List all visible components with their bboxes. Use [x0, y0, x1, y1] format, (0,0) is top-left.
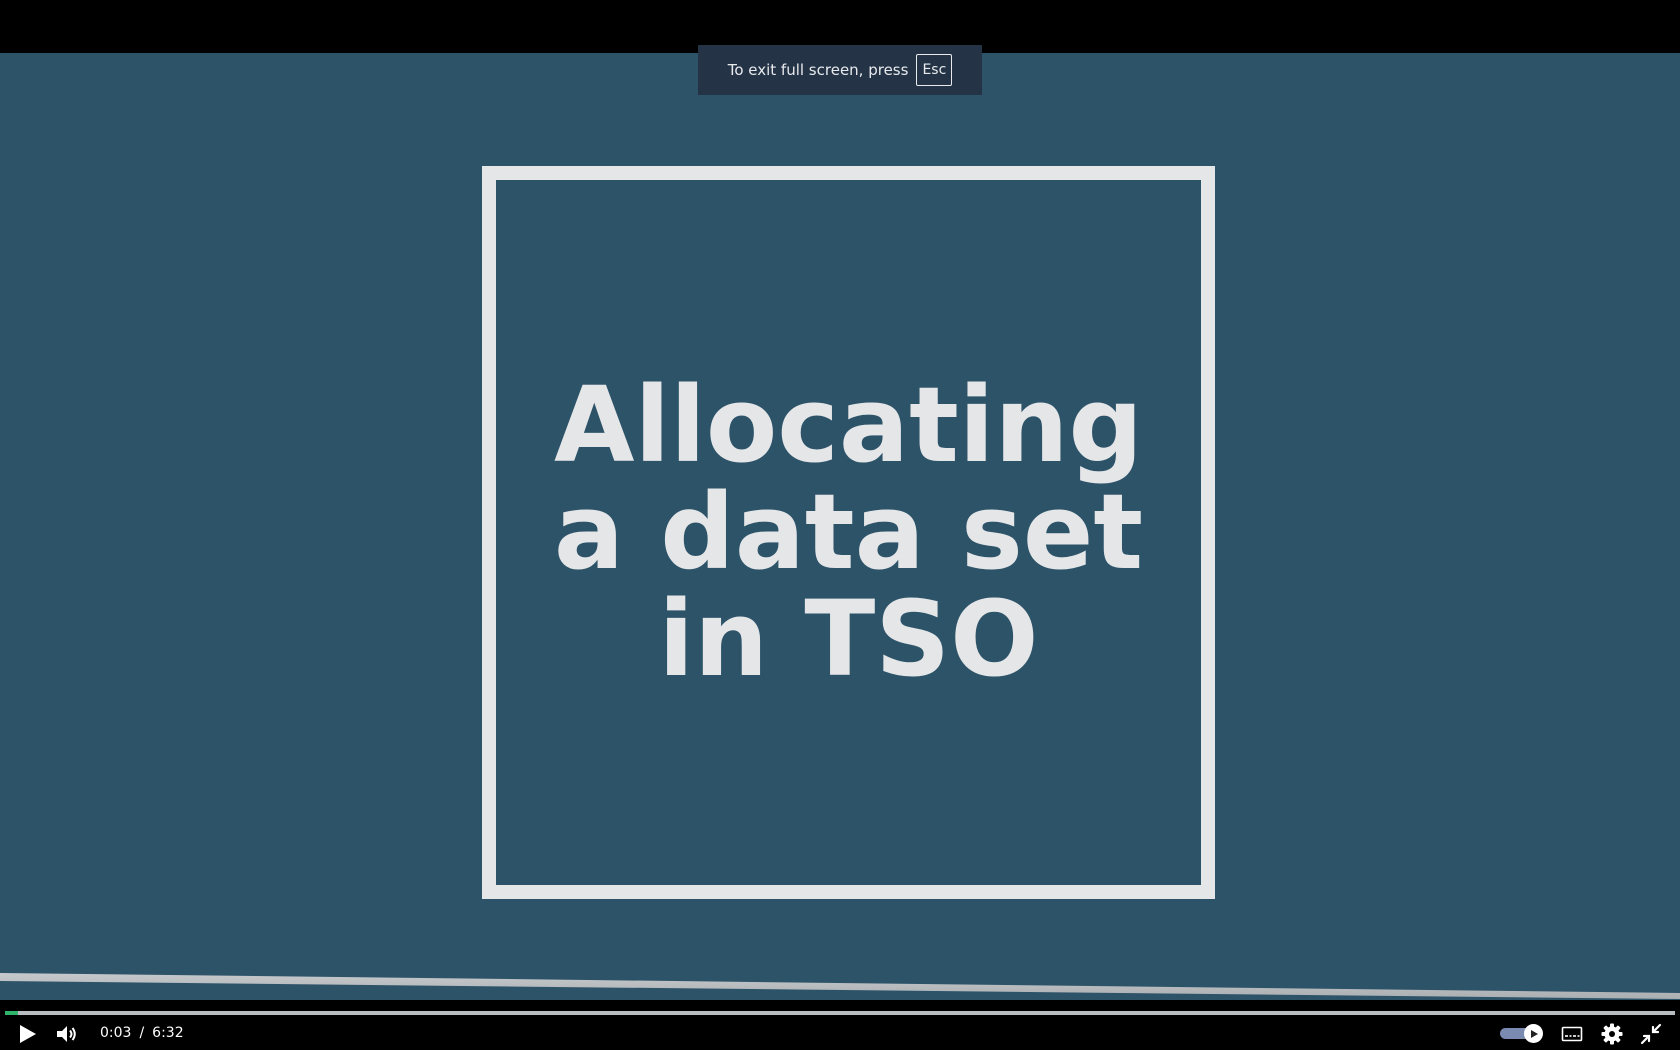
- exit-fullscreen-button[interactable]: [1637, 1022, 1665, 1046]
- time-separator: /: [139, 1025, 145, 1041]
- exit-fullscreen-icon: [1640, 1023, 1662, 1045]
- play-icon: [20, 1025, 36, 1043]
- exit-fullscreen-notice: To exit full screen, press Esc: [698, 45, 982, 95]
- progress-bar[interactable]: [5, 1011, 1675, 1015]
- volume-icon: [57, 1026, 76, 1042]
- video-frame[interactable]: Allocating a data set in TSO: [0, 53, 1680, 1000]
- gear-icon: [1601, 1023, 1623, 1045]
- exit-notice-text: To exit full screen, press: [727, 61, 909, 79]
- settings-button[interactable]: [1598, 1022, 1626, 1046]
- title-line-3: in TSO: [658, 578, 1039, 700]
- video-title-card: Allocating a data set in TSO: [482, 166, 1215, 899]
- fullscreen-video-player: Allocating a data set in TSO To exit ful…: [0, 0, 1680, 1050]
- captions-button[interactable]: [1558, 1022, 1586, 1046]
- video-floor-shadow: [0, 973, 1680, 1000]
- autoplay-knob: [1524, 1024, 1543, 1043]
- play-button[interactable]: [13, 1022, 41, 1046]
- time-display: 0:03 / 6:32: [100, 1024, 184, 1042]
- esc-key-badge: Esc: [916, 54, 953, 86]
- volume-button[interactable]: [52, 1022, 80, 1046]
- progress-played: [5, 1011, 19, 1015]
- player-controls-bar: [0, 1000, 1680, 1050]
- duration: 6:32: [152, 1025, 184, 1041]
- title-line-1: Allocating: [554, 364, 1143, 486]
- autoplay-play-icon: [1530, 1029, 1538, 1038]
- current-time: 0:03: [100, 1025, 132, 1041]
- autoplay-toggle[interactable]: [1498, 1024, 1544, 1043]
- title-line-2: a data set: [553, 471, 1144, 593]
- captions-icon: [1561, 1026, 1583, 1042]
